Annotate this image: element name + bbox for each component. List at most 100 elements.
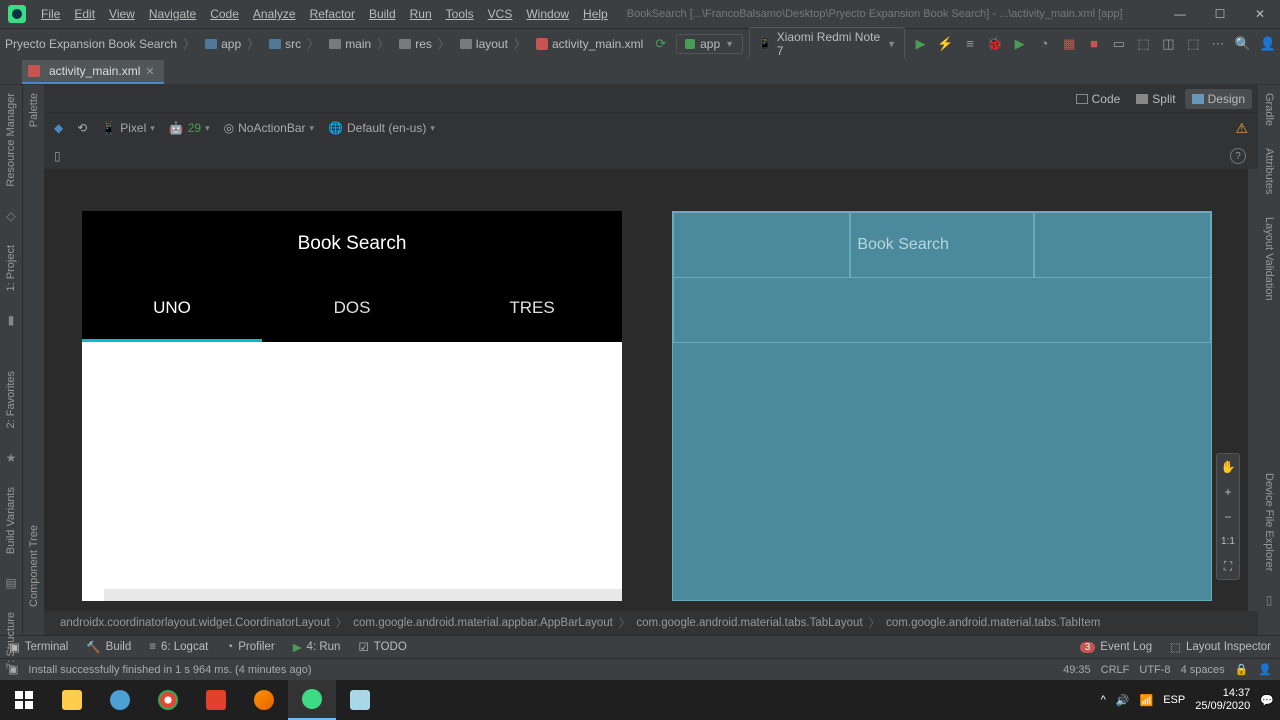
menu-navigate[interactable]: Navigate <box>142 7 203 21</box>
menu-file[interactable]: File <box>34 7 67 21</box>
status-indent[interactable]: 4 spaces <box>1181 664 1225 676</box>
attach-debugger-icon[interactable]: ▦ <box>1059 33 1080 55</box>
tool-palette[interactable]: Palette <box>28 93 40 127</box>
status-inspection-icon[interactable]: 👤 <box>1258 663 1272 676</box>
resource-manager-icon[interactable]: ◇ <box>4 209 18 223</box>
tool-build[interactable]: 🔨Build <box>77 640 140 654</box>
run-icon[interactable]: ▶ <box>910 33 931 55</box>
status-line-sep[interactable]: CRLF <box>1101 664 1130 676</box>
tool-structure[interactable]: 7: Structure <box>5 612 17 669</box>
tool-logcat[interactable]: ≡6: Logcat <box>140 641 217 653</box>
coverage-icon[interactable]: ▶ <box>1009 33 1030 55</box>
menu-view[interactable]: View <box>102 7 142 21</box>
design-canvas[interactable]: Book Search UNO DOS TRES Book Search <box>44 169 1258 611</box>
crumb-main[interactable]: main〉 <box>324 35 394 52</box>
menu-refactor[interactable]: Refactor <box>303 7 362 21</box>
menu-analyze[interactable]: Analyze <box>246 7 303 21</box>
tab-activity-main[interactable]: activity_main.xml ✕ <box>22 60 164 84</box>
sync-gradle-icon[interactable]: ⟳ <box>650 33 671 55</box>
project-icon[interactable]: ▮ <box>4 313 18 327</box>
taskbar-notepad-icon[interactable] <box>336 680 384 720</box>
tool-layout-validation[interactable]: Layout Validation <box>1263 217 1275 301</box>
warning-icon[interactable]: ⚠ <box>1235 120 1248 137</box>
zoom-out-button[interactable]: − <box>1216 504 1240 529</box>
search-everywhere-icon[interactable]: 🔍 <box>1232 33 1253 55</box>
apply-code-changes-icon[interactable]: ≡ <box>960 33 981 55</box>
preview-tab-uno[interactable]: UNO <box>82 277 262 339</box>
close-tab-icon[interactable]: ✕ <box>145 65 154 78</box>
menu-help[interactable]: Help <box>576 7 615 21</box>
stop-icon[interactable]: ■ <box>1084 33 1105 55</box>
taskbar-edge-icon[interactable] <box>96 680 144 720</box>
tool-event-log[interactable]: 3Event Log <box>1071 641 1161 653</box>
api-level-dropdown[interactable]: 🤖 29 ▾ <box>169 121 210 135</box>
user-icon[interactable]: 👤 <box>1257 33 1278 55</box>
status-encoding[interactable]: UTF-8 <box>1139 664 1170 676</box>
tool-resource-manager[interactable]: Resource Manager <box>5 93 17 187</box>
avd-manager-icon[interactable]: ▭ <box>1108 33 1129 55</box>
comp-seg-2[interactable]: com.google.android.material.tabs.TabLayo… <box>630 617 868 629</box>
crumb-app[interactable]: app〉 <box>200 35 264 52</box>
tool-attributes[interactable]: Attributes <box>1263 148 1275 194</box>
menu-run[interactable]: Run <box>403 7 439 21</box>
taskbar-android-studio-icon[interactable] <box>288 680 336 720</box>
tray-overflow-icon[interactable]: ^ <box>1101 694 1106 706</box>
build-variants-icon[interactable]: ▤ <box>4 576 18 590</box>
tray-volume-icon[interactable]: 🔊 <box>1116 694 1130 707</box>
tool-project[interactable]: 1: Project <box>5 245 17 291</box>
start-button[interactable] <box>0 680 48 720</box>
tool-layout-inspector[interactable]: ⬚Layout Inspector <box>1161 640 1280 654</box>
tray-wifi-icon[interactable]: 📶 <box>1140 694 1154 707</box>
tool-device-file-explorer[interactable]: Device File Explorer <box>1263 473 1275 571</box>
resource-manager-icon[interactable]: ◫ <box>1158 33 1179 55</box>
zoom-reset-button[interactable]: 1:1 <box>1216 529 1240 554</box>
crumb-res[interactable]: res〉 <box>394 35 455 52</box>
crumb-file[interactable]: activity_main.xml <box>531 37 648 51</box>
taskbar-chrome-icon[interactable] <box>144 680 192 720</box>
tray-notifications-icon[interactable]: 💬 <box>1260 694 1274 707</box>
mode-design-button[interactable]: Design <box>1185 89 1252 109</box>
device-file-explorer-icon[interactable]: ▯ <box>1262 593 1276 607</box>
menu-window[interactable]: Window <box>519 7 576 21</box>
window-close-icon[interactable]: ✕ <box>1240 0 1280 28</box>
window-maximize-icon[interactable]: ☐ <box>1200 0 1240 28</box>
menu-build[interactable]: Build <box>362 7 403 21</box>
favorites-icon[interactable]: ★ <box>4 451 18 465</box>
device-pixel-dropdown[interactable]: 📱 Pixel ▾ <box>101 121 155 135</box>
canvas-vertical-scrollbar[interactable] <box>1248 169 1258 611</box>
more-icon[interactable]: ⋯ <box>1208 33 1229 55</box>
locale-dropdown[interactable]: 🌐 Default (en-us) ▾ <box>328 121 435 135</box>
menu-code[interactable]: Code <box>203 7 246 21</box>
apply-changes-icon[interactable]: ⚡ <box>935 33 956 55</box>
pan-tool-icon[interactable]: ✋ <box>1216 454 1240 479</box>
comp-seg-3[interactable]: com.google.android.material.tabs.TabItem <box>880 617 1106 629</box>
taskbar-firefox-icon[interactable] <box>240 680 288 720</box>
zoom-in-button[interactable]: + <box>1216 479 1240 504</box>
zoom-fit-icon[interactable]: ⛶ <box>1216 554 1240 579</box>
tool-run[interactable]: ▶4: Run <box>284 640 350 654</box>
taskbar-app-icon[interactable] <box>192 680 240 720</box>
blueprint-surface[interactable]: Book Search <box>672 211 1212 601</box>
device-frame-icon[interactable]: ▯ <box>54 149 61 163</box>
surface-select-icon[interactable]: ◆ <box>54 121 63 135</box>
run-config-dropdown[interactable]: app▼ <box>676 34 743 54</box>
tray-clock[interactable]: 14:37 25/09/2020 <box>1195 687 1250 713</box>
comp-seg-1[interactable]: com.google.android.material.appbar.AppBa… <box>347 617 619 629</box>
taskbar-file-explorer-icon[interactable] <box>48 680 96 720</box>
preview-tab-dos[interactable]: DOS <box>262 277 442 339</box>
mode-code-button[interactable]: Code <box>1069 89 1128 109</box>
window-minimize-icon[interactable]: — <box>1160 0 1200 28</box>
crumb-layout[interactable]: layout〉 <box>455 35 531 52</box>
preview-tab-tres[interactable]: TRES <box>442 277 622 339</box>
status-lock-icon[interactable]: 🔒 <box>1235 663 1249 676</box>
mode-split-button[interactable]: Split <box>1129 89 1182 109</box>
tray-language[interactable]: ESP <box>1163 694 1185 706</box>
tool-gradle[interactable]: Gradle <box>1263 93 1275 126</box>
tool-build-variants[interactable]: Build Variants <box>5 487 17 554</box>
device-dropdown[interactable]: 📱Xiaomi Redmi Note 7▼ <box>749 27 905 61</box>
tool-component-tree[interactable]: Component Tree <box>28 525 40 607</box>
menu-tools[interactable]: Tools <box>439 7 481 21</box>
status-caret-pos[interactable]: 49:35 <box>1063 664 1091 676</box>
menu-vcs[interactable]: VCS <box>481 7 520 21</box>
design-surface[interactable]: Book Search UNO DOS TRES <box>82 211 622 601</box>
